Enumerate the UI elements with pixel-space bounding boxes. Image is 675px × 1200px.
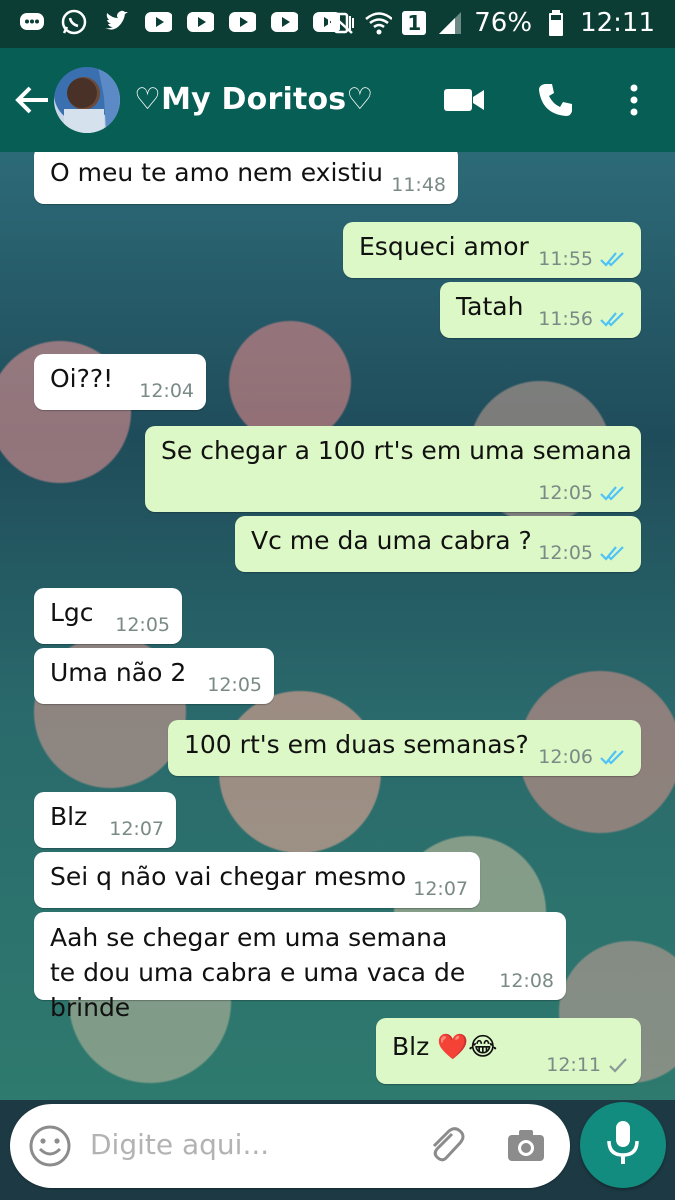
- sim-badge: 1: [402, 11, 427, 35]
- messenger-icon: [18, 8, 46, 36]
- back-arrow-icon[interactable]: [12, 80, 52, 120]
- message-time: 11:56: [538, 308, 593, 330]
- message-time: 12:07: [109, 818, 164, 840]
- message-text: O meu te amo nem existiu: [50, 158, 384, 187]
- message-text: Aah se chegar em uma semana te dou uma c…: [50, 923, 466, 1022]
- status-time: 12:11: [580, 8, 655, 38]
- read-ticks-icon: [600, 486, 624, 501]
- read-ticks-icon: [600, 546, 624, 561]
- message-meta: 11:55: [538, 248, 629, 270]
- message-meta: 12:04: [139, 380, 194, 402]
- message-time: 12:07: [413, 878, 468, 900]
- message-text: Esqueci amor: [359, 232, 529, 261]
- video-call-icon[interactable]: [442, 78, 486, 122]
- message-bubble[interactable]: Lgc 12:05: [34, 588, 182, 644]
- message-text: Blz ❤️😂: [392, 1032, 498, 1061]
- message-bubble[interactable]: Blz ❤️😂 12:11: [376, 1018, 641, 1084]
- youtube-icon: [144, 8, 172, 36]
- whatsapp-icon: [60, 8, 88, 36]
- mic-icon: [603, 1119, 643, 1171]
- message-bubble[interactable]: Oi??! 12:04: [34, 354, 206, 410]
- phone-icon[interactable]: [534, 78, 578, 122]
- message-text: Vc me da uma cabra ?: [251, 526, 532, 555]
- youtube-icon: [228, 8, 256, 36]
- wifi-icon: [364, 9, 393, 37]
- chat-header: ♡My Doritos♡: [0, 48, 675, 152]
- message-meta: 11:56: [538, 308, 629, 330]
- mute-vibrate-icon: [326, 9, 355, 37]
- status-bar: 1 76% 12:11: [0, 0, 675, 48]
- read-ticks-icon: [600, 750, 624, 765]
- message-meta: 12:05: [115, 614, 170, 636]
- message-bubble[interactable]: Tatah 11:56: [440, 282, 641, 338]
- message-meta: 11:48: [391, 174, 446, 196]
- message-meta: 12:11: [546, 1054, 629, 1076]
- message-time: 11:48: [391, 174, 446, 196]
- message-time: 12:06: [538, 746, 593, 768]
- message-text: Oi??!: [50, 364, 114, 393]
- message-bubble[interactable]: Vc me da uma cabra ? 12:05: [235, 516, 641, 572]
- message-time: 12:04: [139, 380, 194, 402]
- message-text: Sei q não vai chegar mesmo: [50, 862, 407, 891]
- message-time: 12:11: [546, 1054, 601, 1076]
- message-bubble[interactable]: Sei q não vai chegar mesmo 12:07: [34, 852, 480, 908]
- message-meta: 12:05: [207, 674, 262, 696]
- message-time: 11:55: [538, 248, 593, 270]
- emoji-icon[interactable]: [28, 1124, 72, 1168]
- sent-tick-icon: [609, 1058, 627, 1073]
- signal-icon: [436, 9, 464, 37]
- contact-name[interactable]: ♡My Doritos♡: [134, 82, 373, 117]
- battery-icon: [542, 9, 570, 37]
- chat-area[interactable]: O meu te amo nem existiu 11:48 Esqueci a…: [0, 152, 675, 1100]
- message-meta: 12:07: [109, 818, 164, 840]
- message-time: 12:05: [115, 614, 170, 636]
- message-input-bar[interactable]: Digite aqui...: [10, 1104, 570, 1188]
- message-bubble[interactable]: Aah se chegar em uma semana te dou uma c…: [34, 912, 566, 1022]
- youtube-icon: [186, 8, 214, 36]
- message-text: Lgc: [50, 598, 94, 627]
- message-time: 12:08: [499, 970, 554, 992]
- battery-percent: 76%: [474, 8, 533, 38]
- youtube-icon: [270, 8, 298, 36]
- message-meta: 12:08: [499, 970, 554, 992]
- message-bubble[interactable]: 100 rt's em duas semanas? 12:06: [168, 720, 641, 776]
- message-bubble[interactable]: Blz 12:07: [34, 792, 176, 848]
- message-text: Tatah: [456, 292, 524, 321]
- more-vert-icon[interactable]: [612, 78, 656, 122]
- message-bubble[interactable]: Se chegar a 100 rt's em uma semana 12:05: [145, 426, 641, 512]
- message-bubble[interactable]: Esqueci amor 11:55: [343, 222, 641, 278]
- message-input[interactable]: Digite aqui...: [90, 1128, 269, 1161]
- message-time: 12:05: [538, 542, 593, 564]
- camera-icon[interactable]: [504, 1124, 548, 1168]
- attach-icon[interactable]: [424, 1124, 468, 1168]
- message-text: Blz: [50, 802, 88, 831]
- message-time: 12:05: [538, 482, 593, 504]
- read-ticks-icon: [600, 252, 624, 267]
- message-bubble[interactable]: Uma não 2 12:05: [34, 648, 274, 704]
- message-text: Uma não 2: [50, 658, 187, 687]
- twitter-icon: [102, 8, 130, 36]
- message-meta: 12:05: [538, 542, 629, 564]
- message-text: Se chegar a 100 rt's em uma semana: [161, 436, 632, 465]
- message-meta: 12:05: [538, 482, 629, 504]
- message-text: 100 rt's em duas semanas?: [184, 730, 529, 759]
- avatar[interactable]: [54, 67, 120, 133]
- message-meta: 12:06: [538, 746, 629, 768]
- mic-button[interactable]: [580, 1102, 666, 1188]
- message-meta: 12:07: [413, 878, 468, 900]
- message-time: 12:05: [207, 674, 262, 696]
- message-bubble[interactable]: O meu te amo nem existiu 11:48: [34, 152, 458, 204]
- read-ticks-icon: [600, 312, 624, 327]
